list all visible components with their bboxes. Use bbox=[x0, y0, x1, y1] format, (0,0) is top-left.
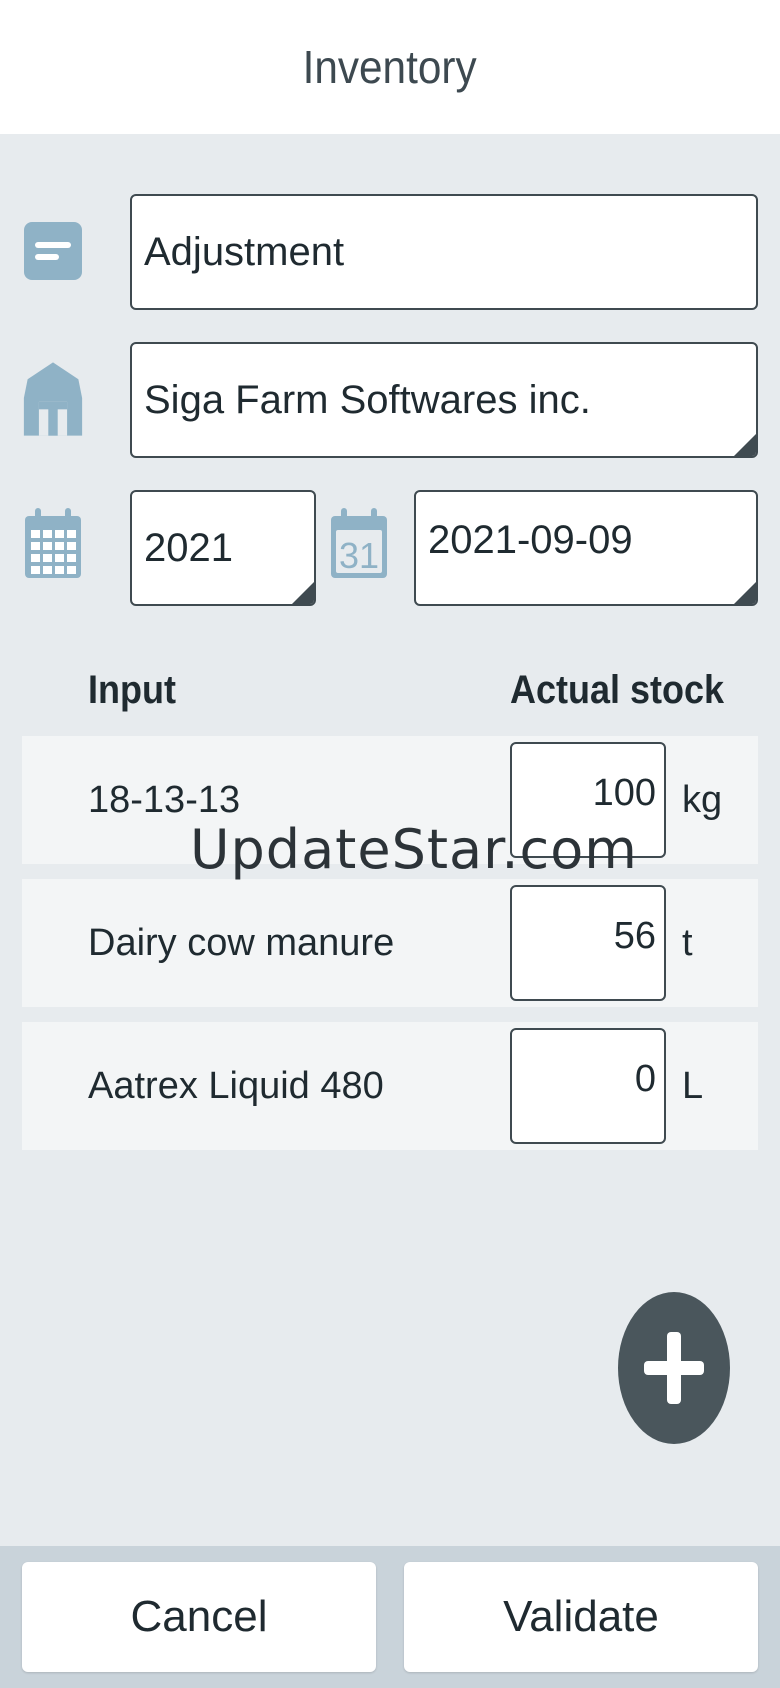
app-header: Inventory bbox=[0, 0, 780, 134]
column-header-input: Input bbox=[88, 668, 176, 712]
calendar-day-label: 31 bbox=[339, 535, 379, 576]
type-field[interactable] bbox=[130, 194, 758, 310]
farm-row: Siga Farm Softwares inc. bbox=[0, 342, 780, 458]
unit-label: L bbox=[682, 1064, 704, 1107]
date-row: 2021 31 2021-09-09 bbox=[0, 490, 780, 606]
year-select-value: 2021 bbox=[144, 525, 233, 570]
stock-input[interactable]: 100 bbox=[510, 742, 666, 858]
input-name: Dairy cow manure bbox=[88, 921, 395, 964]
farm-select-value: Siga Farm Softwares inc. bbox=[144, 377, 591, 422]
input-name: 18-13-13 bbox=[88, 778, 241, 821]
add-item-button[interactable] bbox=[618, 1292, 730, 1444]
unit-label: kg bbox=[682, 778, 723, 821]
dropdown-corner-icon bbox=[292, 582, 314, 604]
year-select[interactable]: 2021 bbox=[130, 490, 316, 606]
dropdown-corner-icon bbox=[734, 582, 756, 604]
table-row: Aatrex Liquid 480 0 L bbox=[22, 1022, 758, 1150]
column-header-stock: Actual stock bbox=[510, 668, 725, 712]
stock-input[interactable]: 0 bbox=[510, 1028, 666, 1144]
date-field-value: 2021-09-09 bbox=[428, 518, 633, 562]
note-icon bbox=[22, 216, 84, 286]
type-row bbox=[0, 194, 780, 310]
plus-icon bbox=[644, 1332, 704, 1404]
table-row: Dairy cow manure 56 t bbox=[22, 879, 758, 1007]
action-bar: Cancel Validate bbox=[0, 1546, 780, 1688]
date-field[interactable]: 2021-09-09 bbox=[414, 490, 758, 606]
unit-label: t bbox=[682, 921, 693, 964]
farm-select[interactable]: Siga Farm Softwares inc. bbox=[130, 342, 758, 458]
barn-icon bbox=[22, 362, 84, 436]
cancel-button[interactable]: Cancel bbox=[22, 1562, 376, 1672]
dropdown-corner-icon bbox=[734, 434, 756, 456]
type-input[interactable] bbox=[144, 229, 756, 275]
validate-button[interactable]: Validate bbox=[404, 1562, 758, 1672]
table-row: 18-13-13 100 kg bbox=[22, 736, 758, 864]
app-root: Inventory Siga Farm Softwares inc. bbox=[0, 0, 780, 1688]
calendar-day-icon[interactable]: 31 bbox=[328, 508, 390, 578]
page-title: Inventory bbox=[302, 41, 478, 93]
input-name: Aatrex Liquid 480 bbox=[88, 1064, 384, 1107]
stock-input[interactable]: 56 bbox=[510, 885, 666, 1001]
calendar-grid-icon bbox=[22, 508, 84, 578]
